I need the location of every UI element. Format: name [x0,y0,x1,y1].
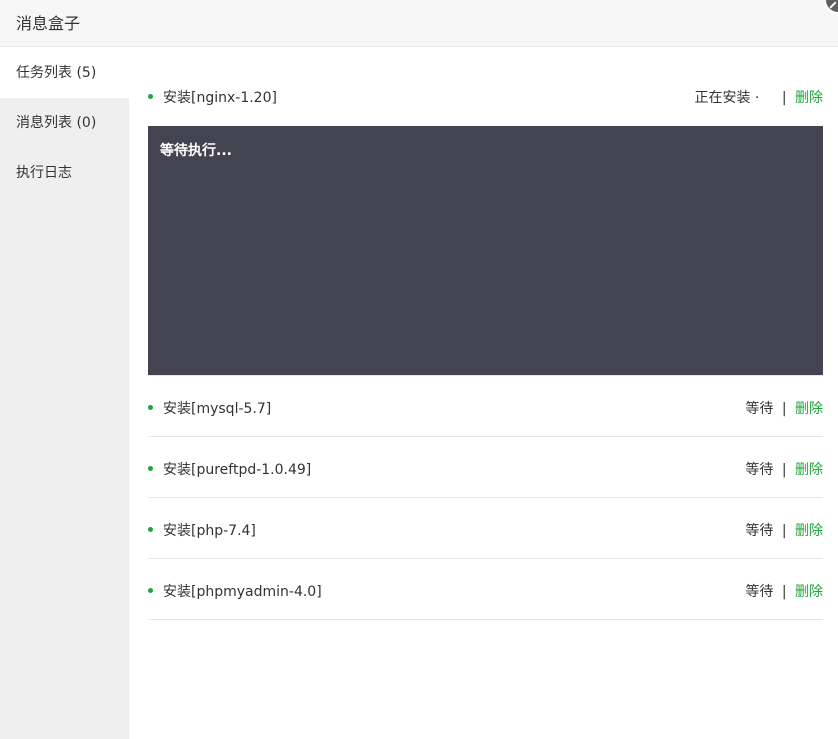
sidebar-item-label: 执行日志 [16,165,72,181]
task-status: 等待 [745,401,774,417]
separator: | [781,462,787,478]
sidebar-item-task-list[interactable]: 任务列表 (5) [0,48,129,98]
delete-button[interactable]: 删除 [795,523,823,539]
task-name: 安装[pureftpd-1.0.49] [163,462,312,478]
sidebar: 任务列表 (5) 消息列表 (0) 执行日志 [0,48,129,739]
task-status: 等待 [745,462,774,478]
task-list-panel: 安装[nginx-1.20] 正在安装 · | 删除 等待执行... 安装[my… [148,48,823,620]
task-actions: 等待 | 删除 [745,459,823,479]
task-actions: 等待 | 删除 [745,398,823,418]
task-row: 安装[phpmyadmin-4.0] 等待 | 删除 [148,559,823,620]
status-dot-icon [148,527,153,532]
task-name: 安装[php-7.4] [163,523,256,539]
message-box-window: 消息盒子 任务列表 (5) 消息列表 (0) 执行日志 安装[nginx-1.2… [0,0,838,739]
task-row: 安装[nginx-1.20] 正在安装 · | 删除 [148,48,823,126]
sidebar-item-label: 任务列表 (5) [16,65,97,81]
separator: | [781,401,787,417]
task-name: 安装[phpmyadmin-4.0] [163,584,322,600]
status-dot-icon [148,405,153,410]
separator: | [781,584,787,600]
delete-button[interactable]: 删除 [795,462,823,478]
task-name: 安装[nginx-1.20] [163,90,277,106]
console-output: 等待执行... [148,126,823,376]
title-bar: 消息盒子 [0,0,838,47]
task-row: 安装[pureftpd-1.0.49] 等待 | 删除 [148,437,823,498]
sidebar-item-message-list[interactable]: 消息列表 (0) [0,98,129,148]
task-row: 安装[php-7.4] 等待 | 删除 [148,498,823,559]
sidebar-item-execution-log[interactable]: 执行日志 [0,148,129,198]
status-dot-icon [148,588,153,593]
sidebar-item-label: 消息列表 (0) [16,115,97,131]
console-text: 等待执行... [160,143,232,159]
status-dot-icon [148,466,153,471]
task-actions: 等待 | 删除 [745,520,823,540]
task-status: 正在安装 · [694,90,760,106]
window-title: 消息盒子 [16,14,81,33]
delete-button[interactable]: 删除 [795,401,823,417]
delete-button[interactable]: 删除 [795,90,823,106]
task-name: 安装[mysql-5.7] [163,401,272,417]
task-actions: 等待 | 删除 [745,581,823,601]
status-dot-icon [148,94,153,99]
delete-button[interactable]: 删除 [795,584,823,600]
separator: | [781,90,787,106]
task-row: 安装[mysql-5.7] 等待 | 删除 [148,376,823,437]
task-actions: 正在安装 · | 删除 [694,87,823,107]
separator: | [781,523,787,539]
task-status: 等待 [745,584,774,600]
task-status: 等待 [745,523,774,539]
